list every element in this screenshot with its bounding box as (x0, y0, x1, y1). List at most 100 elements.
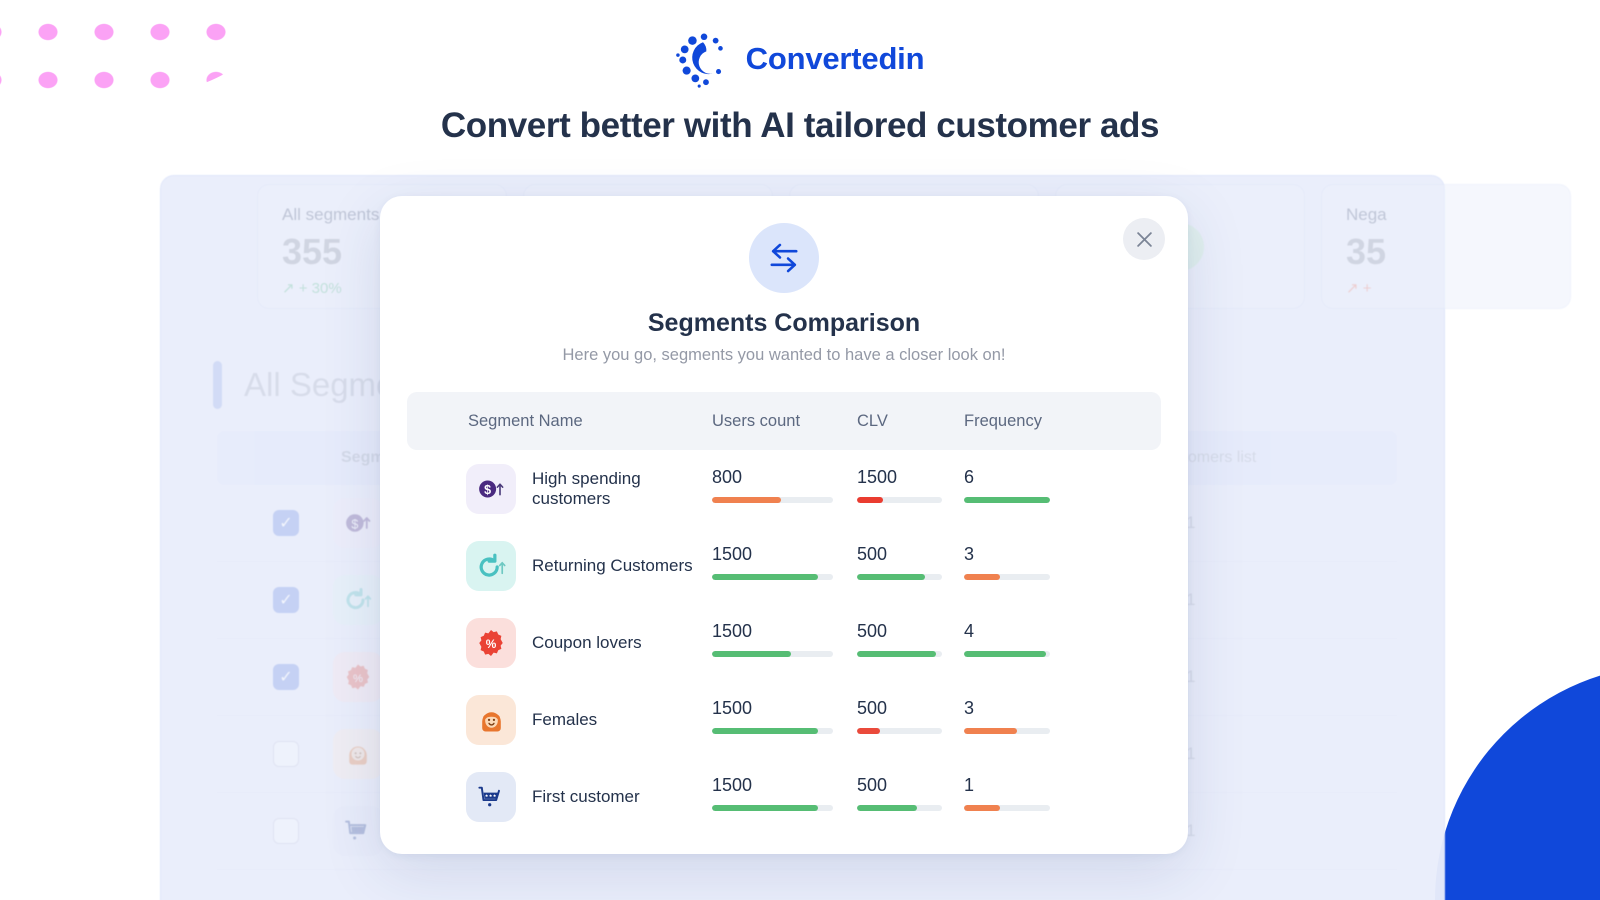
users-count-bar-fill (712, 728, 819, 734)
frequency-bar-fill (964, 574, 1001, 580)
users-count-bar-fill (712, 805, 819, 811)
percent-badge-icon: % (333, 652, 383, 702)
comparison-row: $ High spending customers 800 1500 6 (407, 450, 1161, 527)
users-count-value: 1500 (712, 775, 753, 795)
dollar-up-icon-glyph: $ (479, 480, 504, 498)
brand-name: Convertedin (745, 41, 925, 76)
row-checkbox-cell[interactable]: ✓ (217, 587, 333, 613)
frequency-cell: 1 (964, 772, 1104, 811)
kpi-delta-value: + 30% (298, 279, 342, 297)
row-checkbox-cell[interactable]: ✓ (217, 664, 333, 690)
clv-value: 1500 (857, 467, 898, 487)
segment-name-cell: Females (407, 695, 712, 745)
column-header-users-count: Users count (712, 411, 801, 430)
accent-bar (213, 361, 222, 409)
trend-up-icon: ↗ (1346, 279, 1359, 297)
comparison-row: First customer 1500 500 1 (407, 758, 1161, 835)
clv-cell: 500 (857, 772, 964, 811)
close-icon (1136, 231, 1152, 247)
clv-cell: 500 (857, 695, 964, 734)
comparison-row: Returning Customers 1500 500 3 (407, 527, 1161, 604)
female-face-icon-glyph (349, 746, 367, 765)
kpi-card-negative: Nega 35 ↗ + (1321, 184, 1571, 309)
comparison-table-header: Segment Name Users count CLV Frequency (407, 392, 1161, 450)
users-count-bar-track (712, 574, 833, 580)
segment-name: Returning Customers (532, 556, 693, 575)
users-count-cell: 1500 (712, 695, 857, 734)
page-headline: Convert better with AI tailored customer… (440, 106, 1160, 145)
clv-bar-fill (857, 805, 917, 811)
comparison-row: Females 1500 500 3 (407, 681, 1161, 758)
row-checkbox-cell[interactable] (217, 818, 333, 844)
frequency-value: 1 (964, 775, 975, 795)
row-checkbox-cell[interactable] (217, 741, 333, 767)
users-count-bar-fill (712, 574, 819, 580)
column-header-frequency: Frequency (964, 411, 1042, 430)
users-count-bar-track (712, 805, 833, 811)
frequency-bar-track (964, 497, 1050, 503)
female-face-icon (333, 729, 383, 779)
brand-header: Convertedin (0, 30, 1600, 88)
shopping-cart-icon (466, 772, 516, 822)
frequency-bar-fill (964, 497, 1050, 503)
trend-up-icon: ↗ (282, 279, 295, 297)
shopping-cart-icon-glyph (345, 820, 367, 840)
clv-bar-track (857, 805, 942, 811)
users-count-cell: 1500 (712, 772, 857, 811)
users-count-bar-fill (712, 497, 781, 503)
frequency-bar-fill (964, 728, 1018, 734)
users-count-cell: 1500 (712, 618, 857, 657)
segment-name: High spending customers (532, 469, 641, 508)
svg-text:$: $ (484, 483, 491, 497)
close-button[interactable] (1123, 218, 1165, 260)
refresh-up-icon (333, 575, 383, 625)
female-face-icon (466, 695, 516, 745)
svg-text:%: % (486, 637, 497, 651)
svg-text:%: % (353, 673, 363, 685)
column-header-clv: CLV (857, 411, 888, 430)
users-count-bar-track (712, 497, 833, 503)
segment-name-cell: $ High spending customers (407, 464, 712, 514)
frequency-value: 3 (964, 544, 975, 564)
clv-bar-fill (857, 497, 883, 503)
clv-bar-track (857, 728, 942, 734)
frequency-value: 4 (964, 621, 975, 641)
row-checkbox[interactable] (273, 818, 299, 844)
dollar-up-icon: $ (333, 498, 383, 548)
comparison-table: Segment Name Users count CLV Frequency $… (407, 392, 1161, 835)
clv-value: 500 (857, 698, 888, 718)
kpi-delta-value: + (1362, 279, 1372, 297)
clv-bar-fill (857, 728, 880, 734)
clv-bar-track (857, 574, 942, 580)
row-checkbox[interactable]: ✓ (273, 587, 299, 613)
row-checkbox[interactable]: ✓ (273, 510, 299, 536)
blue-circle-decoration (1435, 665, 1600, 900)
page-root: Convertedin Convert better with AI tailo… (0, 0, 1600, 900)
refresh-up-icon-glyph (346, 588, 372, 610)
clv-cell: 500 (857, 618, 964, 657)
row-checkbox[interactable]: ✓ (273, 664, 299, 690)
frequency-bar-track (964, 574, 1050, 580)
frequency-cell: 6 (964, 464, 1104, 503)
frequency-value: 3 (964, 698, 975, 718)
frequency-bar-track (964, 651, 1050, 657)
female-face-icon-glyph (481, 711, 501, 731)
row-checkbox-cell[interactable]: ✓ (217, 510, 333, 536)
frequency-bar-track (964, 728, 1050, 734)
segment-name-cell: % Coupon lovers (407, 618, 712, 668)
shopping-cart-icon-glyph (477, 786, 500, 806)
row-checkbox[interactable] (273, 741, 299, 767)
frequency-bar-track (964, 805, 1050, 811)
segments-comparison-modal: Segments Comparison Here you go, segment… (380, 196, 1188, 854)
modal-subtitle: Here you go, segments you wanted to have… (562, 346, 1006, 364)
clv-bar-track (857, 497, 942, 503)
segment-name-cell: Returning Customers (407, 541, 712, 591)
percent-badge-icon-glyph: % (479, 630, 503, 656)
clv-value: 500 (857, 544, 888, 564)
column-header-segment-name: Segment Name (468, 411, 583, 430)
kpi-delta: ↗ + (1346, 279, 1546, 297)
percent-badge-icon-glyph: % (346, 664, 370, 690)
users-count-bar-fill (712, 651, 791, 657)
users-count-value: 1500 (712, 698, 753, 718)
percent-badge-icon: % (466, 618, 516, 668)
